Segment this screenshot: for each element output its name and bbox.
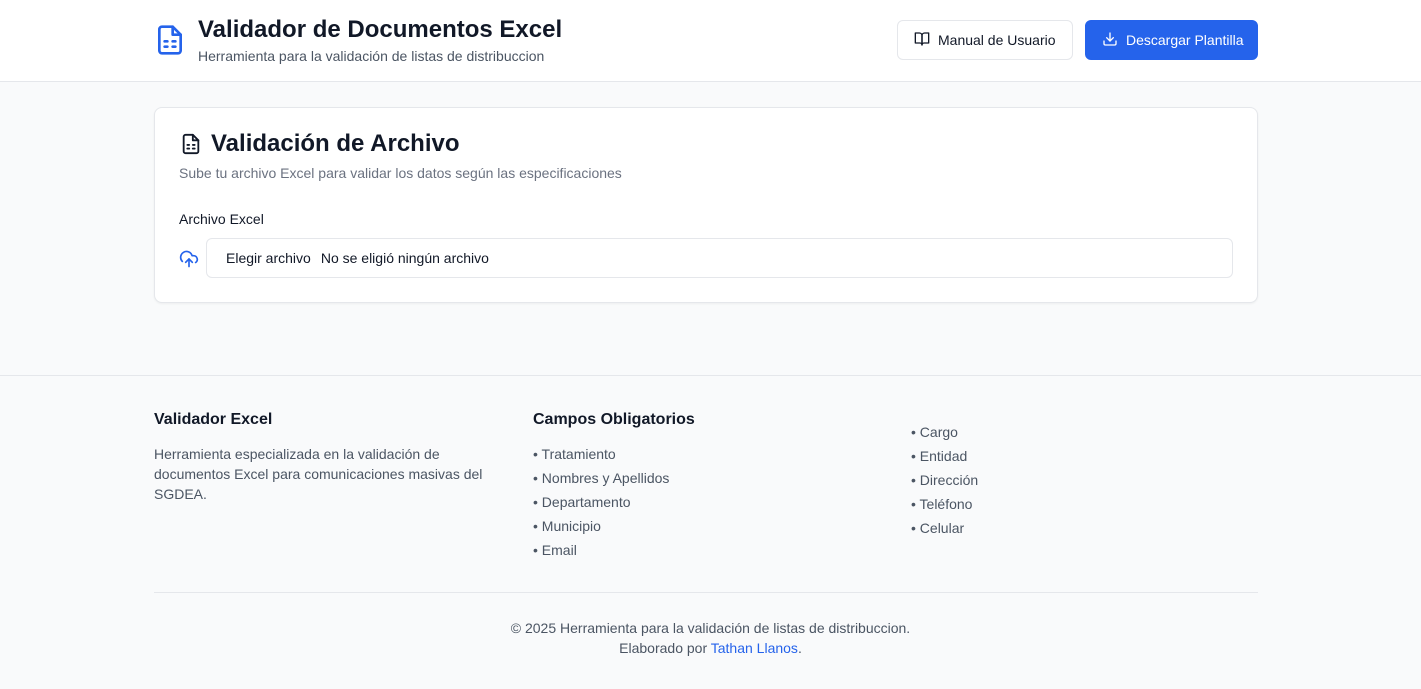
list-item: • Cargo (911, 424, 958, 440)
excel-file-input[interactable]: Elegir archivo No se eligió ningún archi… (206, 238, 1233, 278)
credit-line: Elaborado por Tathan Llanos. (0, 638, 1421, 658)
book-open-icon (914, 31, 930, 50)
footer-divider (154, 592, 1258, 593)
file-status-text: No se eligió ningún archivo (320, 250, 489, 266)
credit-suffix: . (797, 640, 802, 656)
user-manual-label: Manual de Usuario (938, 32, 1056, 48)
list-item: • Teléfono (911, 496, 973, 512)
download-icon (1102, 31, 1118, 50)
list-item: • Tratamiento (533, 446, 616, 462)
more-fields-list: • Cargo • Entidad • Dirección • Teléfono… (911, 422, 1251, 538)
excel-file-label: Archivo Excel (179, 211, 264, 227)
footer-required-heading: Campos Obligatorios (533, 411, 695, 428)
choose-file-button[interactable]: Elegir archivo (226, 250, 311, 266)
copyright-text: © 2025 Herramienta para la validación de… (510, 620, 911, 636)
footer-required-fields: Campos Obligatorios • Tratamiento • Nomb… (533, 410, 873, 564)
list-item: • Celular (911, 520, 965, 536)
list-item: • Entidad (911, 448, 968, 464)
file-validation-card: Validación de Archivo Sube tu archivo Ex… (154, 107, 1258, 303)
file-spreadsheet-icon (154, 24, 186, 56)
app-subtitle: Herramienta para la validación de listas… (198, 48, 545, 64)
footer-about-heading: Validador Excel (154, 411, 273, 428)
footer-more-fields: • Cargo • Entidad • Dirección • Teléfono… (911, 422, 1251, 542)
footer-copyright: © 2025 Herramienta para la validación de… (0, 618, 1421, 658)
list-item: • Municipio (533, 518, 601, 534)
list-item: • Departamento (533, 494, 631, 510)
user-manual-button[interactable]: Manual de Usuario (897, 20, 1073, 60)
list-item: • Nombres y Apellidos (533, 470, 670, 486)
download-template-button[interactable]: Descargar Plantilla (1085, 20, 1258, 60)
app-title: Validador de Documentos Excel (198, 16, 563, 43)
footer-about: Validador Excel Herramienta especializad… (154, 410, 494, 504)
page-footer: Validador Excel Herramienta especializad… (0, 375, 1421, 689)
header-inner: Validador de Documentos Excel Herramient… (154, 0, 1258, 82)
credit-prefix: Elaborado por (619, 640, 708, 656)
file-text-icon (180, 133, 202, 155)
app-header: Validador de Documentos Excel Herramient… (0, 0, 1421, 82)
card-title: Validación de Archivo (211, 130, 460, 157)
author-link[interactable]: Tathan Llanos (711, 640, 798, 656)
footer-about-text: Herramienta especializada en la validaci… (154, 446, 483, 502)
card-description: Sube tu archivo Excel para validar los d… (179, 165, 622, 181)
cloud-upload-icon (179, 249, 199, 269)
required-fields-list: • Tratamiento • Nombres y Apellidos • De… (533, 444, 873, 560)
list-item: • Email (533, 542, 577, 558)
download-template-label: Descargar Plantilla (1126, 32, 1244, 48)
list-item: • Dirección (911, 472, 979, 488)
